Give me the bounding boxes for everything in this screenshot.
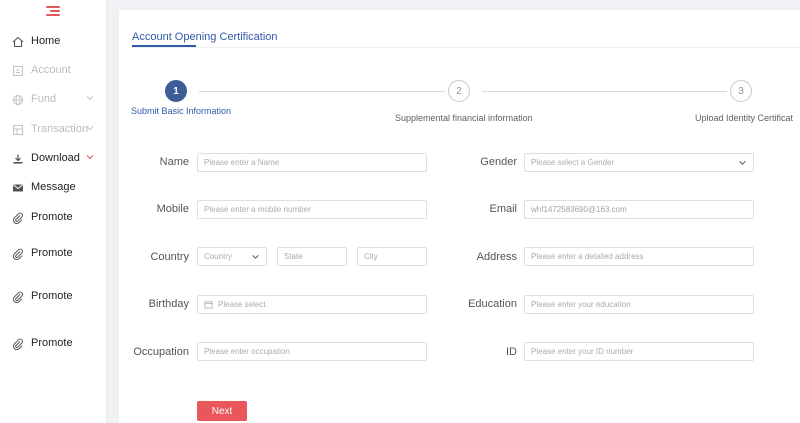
education-input[interactable]: Please enter your education <box>524 295 754 314</box>
step-connector <box>482 91 727 92</box>
tab-divider <box>132 47 800 48</box>
step-2-label: Supplemental financial information <box>395 113 533 123</box>
chevron-down-icon <box>739 161 746 165</box>
sidebar-item-promote[interactable]: Promote <box>0 285 107 309</box>
sidebar-item-transaction[interactable]: Transaction <box>0 118 107 142</box>
occupation-input[interactable]: Please enter occupation <box>197 342 427 361</box>
occupation-label: Occupation <box>133 346 189 358</box>
education-label: Education <box>468 298 517 310</box>
chevron-down-icon <box>86 155 94 160</box>
transaction-icon <box>12 124 24 136</box>
sidebar-item-label: Promote <box>31 247 73 259</box>
sidebar-item-label: Download <box>31 152 80 164</box>
step-2-circle: 2 <box>448 80 470 102</box>
step-connector <box>199 91 445 92</box>
step-1-circle: 1 <box>165 80 187 102</box>
chevron-down-icon <box>86 96 94 101</box>
sidebar: Home Account Fund Transaction Download M… <box>0 0 107 423</box>
sidebar-item-label: Fund <box>31 93 57 105</box>
next-button[interactable]: Next <box>197 401 247 421</box>
gender-select[interactable]: Please select a Gender <box>524 153 754 172</box>
mobile-input[interactable]: Please enter a mobile number <box>197 200 427 219</box>
sidebar-item-fund[interactable]: Fund <box>0 88 107 112</box>
email-label: Email <box>489 203 517 215</box>
paperclip-icon <box>12 338 24 350</box>
birthday-picker[interactable]: Please select <box>197 295 427 314</box>
name-label: Name <box>159 156 189 168</box>
country-select[interactable]: Country <box>197 247 267 266</box>
state-input[interactable]: State <box>277 247 347 266</box>
city-input[interactable]: City <box>357 247 427 266</box>
id-input[interactable]: Please enter your ID number <box>524 342 754 361</box>
gender-select-value: Please select a Gender <box>531 158 615 167</box>
sidebar-item-account[interactable]: Account <box>0 59 107 83</box>
paperclip-icon <box>12 248 24 260</box>
sidebar-item-download[interactable]: Download <box>0 147 107 171</box>
calendar-icon <box>204 301 213 309</box>
home-icon <box>12 36 24 48</box>
main-panel: Account Opening Certification 1 2 3 Subm… <box>119 10 800 423</box>
step-1-label: Submit Basic Information <box>131 106 232 116</box>
step-3-circle: 3 <box>730 80 752 102</box>
mobile-label: Mobile <box>156 203 189 215</box>
sidebar-item-label: Account <box>31 64 71 76</box>
sidebar-item-label: Home <box>31 35 61 47</box>
menu-toggle-icon[interactable] <box>46 6 60 18</box>
address-input[interactable]: Please enter a detailed address <box>524 247 754 266</box>
paperclip-icon <box>12 291 24 303</box>
id-label: ID <box>506 346 517 358</box>
country-label: Country <box>150 251 189 263</box>
sidebar-item-promote[interactable]: Promote <box>0 206 107 230</box>
globe-icon <box>12 94 24 106</box>
country-select-value: Country <box>204 252 233 261</box>
email-input[interactable]: whf1472583690@163.com <box>524 200 754 219</box>
birthday-placeholder: Please select <box>218 300 266 309</box>
sidebar-item-label: Message <box>31 181 76 193</box>
sidebar-item-label: Promote <box>31 290 73 302</box>
sidebar-item-home[interactable]: Home <box>0 30 107 54</box>
chevron-down-icon <box>86 126 94 131</box>
tab-account-opening[interactable]: Account Opening Certification <box>132 31 278 43</box>
birthday-label: Birthday <box>148 298 189 310</box>
sidebar-item-promote[interactable]: Promote <box>0 332 107 356</box>
sidebar-item-label: Promote <box>31 211 73 223</box>
name-input[interactable]: Please enter a Name <box>197 153 427 172</box>
mail-icon <box>12 182 24 194</box>
sidebar-item-message[interactable]: Message <box>0 176 107 200</box>
chevron-down-icon <box>252 255 259 259</box>
download-icon <box>12 153 24 165</box>
account-icon <box>12 65 24 77</box>
address-label: Address <box>476 251 517 263</box>
sidebar-item-label: Promote <box>31 337 73 349</box>
sidebar-item-label: Transaction <box>31 123 89 135</box>
sidebar-item-promote[interactable]: Promote <box>0 242 107 266</box>
step-3-label: Upload Identity Certificat <box>695 113 794 123</box>
paperclip-icon <box>12 212 24 224</box>
gender-label: Gender <box>480 156 517 168</box>
